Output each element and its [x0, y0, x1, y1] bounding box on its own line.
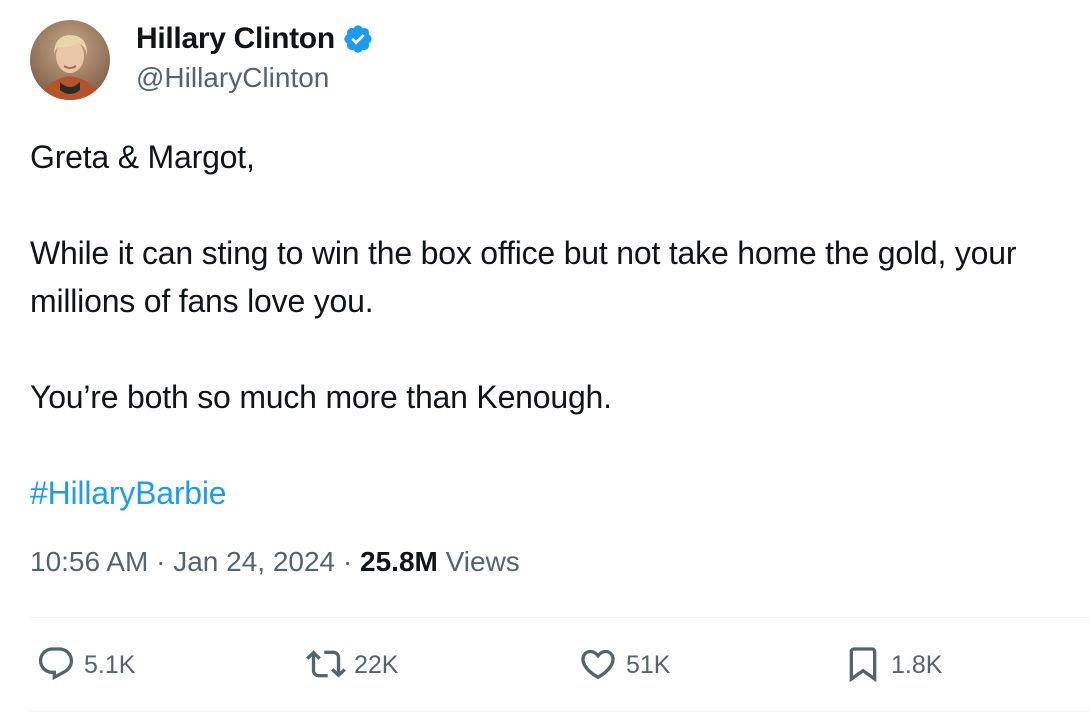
like-count: 51K: [626, 650, 671, 679]
reply-count: 5.1K: [84, 650, 136, 679]
tweet-time[interactable]: 10:56 AM: [30, 546, 148, 577]
avatar-image: [30, 20, 110, 100]
verified-badge-icon[interactable]: [342, 23, 374, 55]
tweet-line-closing: You’re both so much more than Kenough.: [30, 379, 612, 415]
divider: [30, 617, 1090, 618]
meta-separator: ·: [156, 546, 166, 577]
bookmark-button[interactable]: 1.8K: [843, 644, 942, 684]
meta-separator: ·: [342, 546, 353, 577]
repost-icon: [306, 650, 346, 678]
reply-icon: [38, 647, 74, 681]
bookmark-icon: [849, 647, 877, 683]
divider: [30, 711, 1090, 712]
like-button[interactable]: 51K: [578, 644, 670, 684]
hashtag-link[interactable]: #HillaryBarbie: [30, 475, 227, 511]
like-icon: [581, 649, 615, 680]
tweet-text: Greta & Margot, While it can sting to wi…: [30, 133, 1075, 517]
author-name-row: Hillary Clinton: [136, 22, 374, 56]
tweet-line-greeting: Greta & Margot,: [30, 139, 255, 175]
repost-button[interactable]: 22K: [306, 644, 398, 684]
views-count: 25.8M: [360, 546, 438, 577]
avatar[interactable]: [30, 20, 110, 100]
views-label: Views: [445, 546, 520, 577]
repost-count: 22K: [354, 650, 399, 679]
reply-button[interactable]: 5.1K: [36, 644, 135, 684]
tweet-date[interactable]: Jan 24, 2024: [173, 546, 335, 577]
bookmark-count: 1.8K: [891, 650, 943, 679]
tweet-meta: 10:56 AM · Jan 24, 2024 · 25.8M Views: [30, 546, 520, 578]
tweet-line-body: While it can sting to win the box office…: [30, 235, 1017, 319]
author-display-name[interactable]: Hillary Clinton: [136, 22, 335, 56]
author-handle[interactable]: @HillaryClinton: [136, 62, 329, 94]
